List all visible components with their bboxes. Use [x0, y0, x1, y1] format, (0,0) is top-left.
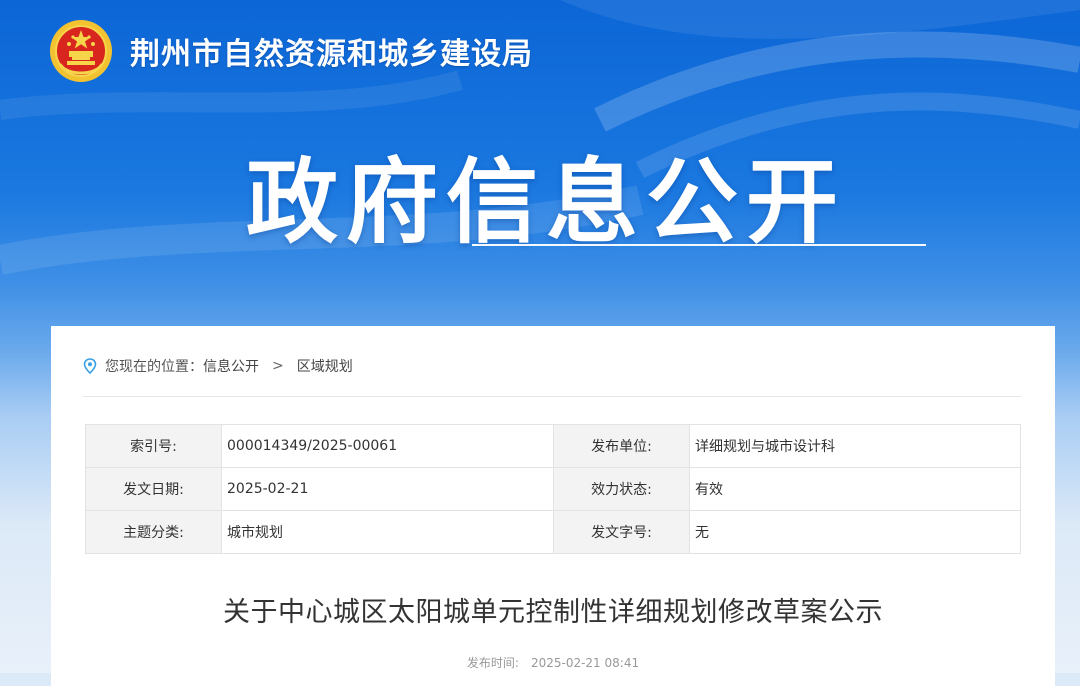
index-number-label: 索引号:	[85, 424, 222, 468]
publish-time-label: 发布时间:	[466, 656, 519, 670]
issue-date-value: 2025-02-21	[221, 467, 554, 511]
document-number-value: 无	[689, 510, 1021, 554]
issue-date-label: 发文日期:	[85, 467, 222, 511]
publisher-label: 发布单位:	[553, 424, 690, 468]
document-metadata-table: 索引号: 000014349/2025-00061 发布单位: 详细规划与城市设…	[85, 424, 1021, 554]
breadcrumb-link-regional-planning[interactable]: 区域规划	[297, 356, 353, 376]
breadcrumb-divider	[83, 396, 1021, 397]
banner-underline	[472, 244, 926, 246]
topic-category-label: 主题分类:	[85, 510, 222, 554]
site-title[interactable]: 荆州市自然资源和城乡建设局	[130, 29, 533, 73]
national-emblem-icon[interactable]	[48, 18, 114, 84]
location-pin-icon	[83, 358, 97, 374]
site-header: 荆州市自然资源和城乡建设局	[48, 16, 533, 86]
article-title: 关于中心城区太阳城单元控制性详细规划修改草案公示	[223, 597, 883, 628]
breadcrumb: 您现在的位置： 信息公开 > 区域规划	[83, 354, 353, 378]
breadcrumb-link-info-public[interactable]: 信息公开	[203, 356, 259, 376]
table-row: 索引号: 000014349/2025-00061 发布单位: 详细规划与城市设…	[85, 424, 1021, 468]
topic-category-value: 城市规划	[221, 510, 554, 554]
publish-time-value: 2025-02-21 08:41	[530, 656, 640, 670]
breadcrumb-separator: >	[272, 358, 284, 374]
breadcrumb-prefix: 您现在的位置：	[105, 359, 203, 375]
validity-status-label: 效力状态:	[553, 467, 690, 511]
banner-title: 政府信息公开	[245, 149, 846, 256]
index-number-value: 000014349/2025-00061	[221, 424, 554, 468]
publish-info: 发布时间: 2025-02-21 08:41	[51, 654, 1055, 671]
table-row: 发文日期: 2025-02-21 效力状态: 有效	[85, 467, 1021, 511]
validity-status-value: 有效	[689, 467, 1021, 511]
table-row: 主题分类: 城市规划 发文字号: 无	[85, 510, 1021, 554]
publisher-value: 详细规划与城市设计科	[689, 424, 1021, 468]
content-card: 您现在的位置： 信息公开 > 区域规划 索引号: 000014349/2025-…	[51, 326, 1055, 686]
document-number-label: 发文字号:	[553, 510, 690, 554]
